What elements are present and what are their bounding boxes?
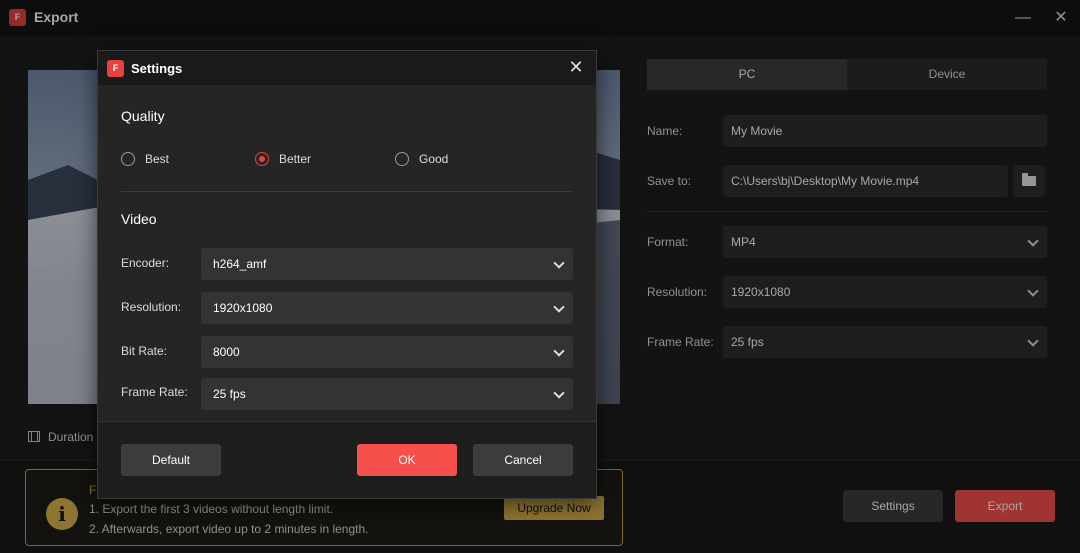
ok-button[interactable]: OK [357,444,457,476]
bit-rate-select[interactable]: 8000 [201,336,573,368]
radio-button[interactable] [121,152,135,166]
radio-button-checked[interactable] [255,152,269,166]
settings-dialog: F Settings ✕ Quality Best Better Good Vi… [97,50,597,499]
radio-label: Best [145,152,170,166]
dialog-resolution-select[interactable]: 1920x1080 [201,292,573,324]
cancel-button[interactable]: Cancel [473,444,573,476]
radio-label: Good [419,152,449,166]
encoder-value: h264_amf [213,257,267,271]
encoder-select[interactable]: h264_amf [201,248,573,280]
chevron-down-icon [553,387,565,399]
quality-section-title: Quality [121,108,165,124]
dialog-resolution-value: 1920x1080 [213,301,273,315]
radio-label: Better [279,152,312,166]
dialog-divider [121,191,573,192]
video-section-title: Video [121,211,157,227]
radio-button[interactable] [395,152,409,166]
dialog-resolution-label: Resolution: [121,300,182,314]
chevron-down-icon [553,345,565,357]
app-logo-icon: F [107,60,124,77]
dialog-frame-rate-label: Frame Rate: [121,385,188,399]
default-button[interactable]: Default [121,444,221,476]
dialog-frame-rate-value: 25 fps [213,387,246,401]
encoder-label: Encoder: [121,256,170,270]
bit-rate-value: 8000 [213,345,240,359]
settings-dialog-title: Settings [131,61,183,76]
dialog-frame-rate-select[interactable]: 25 fps [201,378,573,410]
chevron-down-icon [553,301,565,313]
close-icon[interactable]: ✕ [564,55,588,79]
chevron-down-icon [553,257,565,269]
bit-rate-label: Bit Rate: [121,344,168,358]
settings-dialog-header: F Settings ✕ [98,51,596,85]
settings-dialog-footer: Default OK Cancel [98,421,596,498]
